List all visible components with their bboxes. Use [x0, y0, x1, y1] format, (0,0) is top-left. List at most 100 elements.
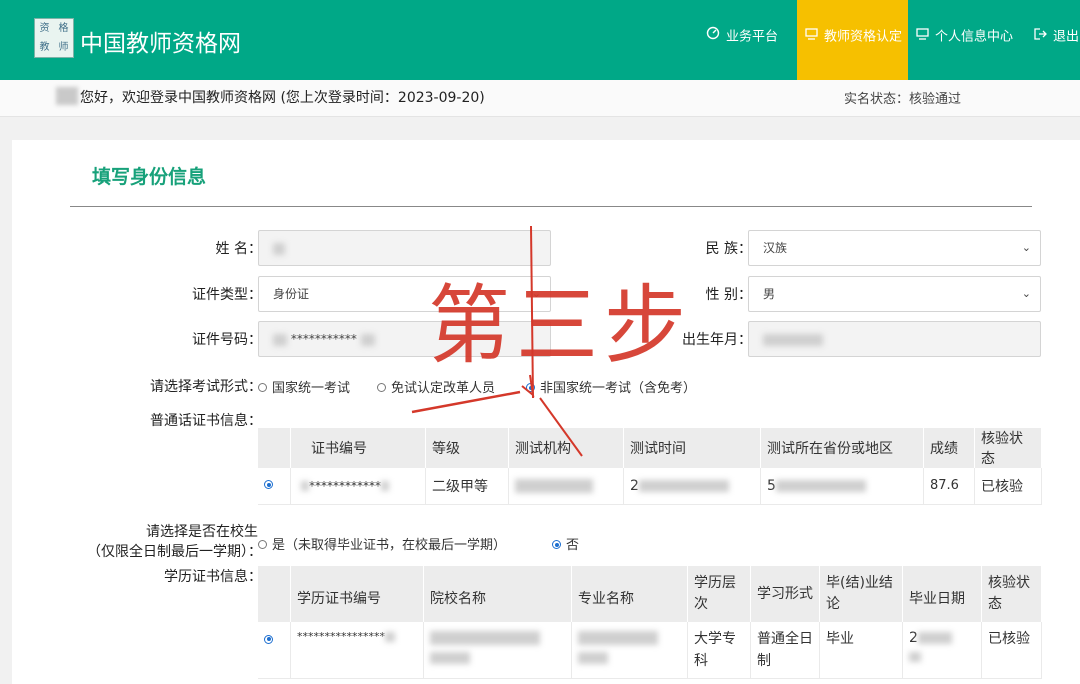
nav-personal-center[interactable]: 个人信息中心 [916, 0, 1013, 80]
site-logo[interactable]: 资 格 教 师 [34, 18, 74, 58]
exam-form-label: 请选择考试形式： [150, 379, 262, 395]
radio-button-selected[interactable] [552, 540, 561, 549]
site-title[interactable]: 中国教师资格网 [80, 24, 241, 58]
nav-label: 业务平台 [726, 29, 779, 45]
nav-logout[interactable]: 退出 [1034, 0, 1079, 80]
monitor-icon [916, 0, 929, 74]
time-prefix: 2 [630, 477, 639, 494]
id-number-value: *********** [290, 332, 361, 346]
table-header: 学习形式 [750, 566, 820, 622]
in-school-option-no[interactable]: 否 [552, 534, 579, 553]
birth-blurred [763, 333, 823, 346]
nav-business-platform[interactable]: 业务平台 [706, 0, 778, 80]
mandarin-cert-table: 证书编号 等级 测试机构 测试时间 测试所在省份或地区 成绩 核验状态 ****… [258, 428, 1042, 505]
table-header: 核验状态 [981, 566, 1042, 622]
school-cell [423, 622, 572, 679]
welcome-text: 您好，欢迎登录中国教师资格网 (您上次登录时间：2023-09-20) [80, 90, 485, 106]
level-cell: 大学专科 [687, 622, 751, 679]
blurred-text [578, 652, 608, 664]
option-label: 国家统一考试 [272, 381, 351, 396]
table-row[interactable]: ************ 二级甲等 2 5 87.6 已核验 [258, 468, 1042, 505]
table-header: 毕业日期 [902, 566, 982, 622]
logo-char: 资 [39, 23, 50, 34]
name-label: 姓 名： [215, 241, 262, 257]
id-type-label: 证件类型： [192, 287, 262, 303]
id-type-value: 身份证 [273, 287, 310, 301]
blurred-text [775, 479, 866, 492]
blurred-text [909, 652, 921, 662]
id-prefix-blurred [273, 333, 287, 346]
step-annotation: 第三步 [428, 276, 693, 376]
select-column-header [258, 428, 291, 468]
radio-button-selected[interactable] [264, 634, 273, 644]
region-prefix: 5 [767, 477, 776, 494]
option-label: 是（未取得毕业证书，在校最后一学期） [272, 538, 507, 553]
table-header: 测试时间 [623, 428, 761, 468]
chevron-down-icon: ⌄ [1021, 287, 1031, 300]
welcome-bar: 您好，欢迎登录中国教师资格网 (您上次登录时间：2023-09-20) 实名状态… [0, 80, 1080, 117]
name-blurred [273, 242, 285, 255]
gender-value: 男 [763, 287, 776, 301]
cert-no-cell: ************ [290, 468, 426, 505]
in-school-label: 请选择是否在校生 [146, 524, 258, 540]
section-title: 填写身份信息 [92, 166, 207, 188]
score-cell: 87.6 [923, 468, 975, 505]
status-cell: 已核验 [981, 622, 1042, 679]
ethnicity-select[interactable]: 汉族 ⌄ [748, 230, 1041, 266]
radio-button[interactable] [258, 540, 267, 549]
row-select-cell[interactable] [258, 622, 291, 679]
blurred-text [301, 481, 309, 492]
nav-label: 教师资格认定 [824, 29, 903, 45]
conclusion-cell: 毕业 [819, 622, 903, 679]
birth-field[interactable] [748, 321, 1041, 357]
table-header: 学历层次 [687, 566, 751, 622]
table-header: 院校名称 [423, 566, 572, 622]
table-header: 核验状态 [974, 428, 1042, 468]
education-cert-table: 学历证书编号 院校名称 专业名称 学历层次 学习形式 毕(结)业结论 毕业日期 … [258, 566, 1042, 679]
date-prefix: 2 [909, 630, 918, 646]
ethnicity-value: 汉族 [763, 241, 788, 255]
gender-label: 性 别： [705, 287, 752, 303]
ethnicity-label: 民 族： [705, 241, 752, 257]
table-header: 成绩 [923, 428, 975, 468]
logo-char: 师 [58, 42, 69, 53]
education-cert-label: 学历证书信息： [164, 569, 262, 585]
option-label: 否 [566, 538, 580, 553]
blurred-text [430, 631, 540, 645]
table-header: 学历证书编号 [290, 566, 424, 622]
table-header: 测试机构 [508, 428, 624, 468]
gender-select[interactable]: 男 ⌄ [748, 276, 1041, 312]
in-school-option-yes[interactable]: 是（未取得毕业证书，在校最后一学期） [258, 534, 506, 553]
radio-button-selected[interactable] [526, 383, 535, 392]
in-school-label-note: （仅限全日制最后一学期）： [87, 544, 262, 560]
nav-label: 退出 [1053, 29, 1080, 45]
radio-button[interactable] [377, 383, 386, 392]
blurred-text [430, 652, 470, 664]
level-cell: 二级甲等 [425, 468, 509, 505]
major-cell [571, 622, 688, 679]
radio-button[interactable] [258, 383, 267, 392]
exam-option-national[interactable]: 国家统一考试 [258, 377, 350, 396]
mandarin-cert-label: 普通话证书信息： [150, 413, 262, 429]
option-label: 免试认定改革人员 [391, 381, 496, 396]
table-header: 专业名称 [571, 566, 688, 622]
agency-cell [508, 468, 624, 505]
blurred-text [638, 479, 729, 492]
nav-label: 个人信息中心 [935, 29, 1014, 45]
table-header: 毕(结)业结论 [819, 566, 903, 622]
select-column-header [258, 566, 291, 622]
monitor-icon [805, 0, 818, 74]
logo-char: 格 [58, 23, 69, 34]
dashboard-icon [706, 0, 720, 74]
realname-status: 实名状态：核验通过 [844, 92, 962, 107]
username-blurred [56, 87, 78, 105]
radio-button-selected[interactable] [264, 480, 273, 490]
nav-teacher-certification[interactable]: 教师资格认定 [797, 0, 908, 80]
cert-no-value: ************ [309, 478, 381, 493]
table-header: 测试所在省份或地区 [760, 428, 924, 468]
table-row[interactable]: **************** 大学专科 普通全日制 毕业 2 已核验 [258, 622, 1042, 679]
divider [70, 206, 1032, 207]
row-select-cell[interactable] [258, 468, 291, 505]
blurred-text [578, 631, 658, 645]
table-header: 等级 [425, 428, 509, 468]
